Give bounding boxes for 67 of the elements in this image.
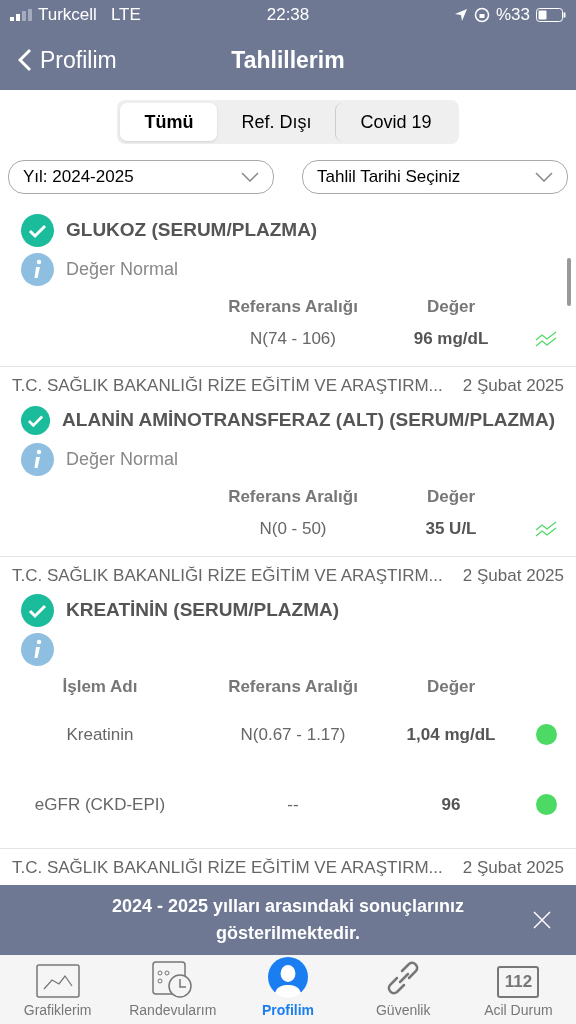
tab-bar-item[interactable]: 112 Acil Durum xyxy=(460,966,576,1021)
column-header: Referans Aralığı xyxy=(227,486,359,508)
hospital-name: T.C. SAĞLIK BAKANLIĞI RİZE EĞİTİM VE ARAŞTIRM... xyxy=(12,374,443,397)
chart-icon xyxy=(35,964,80,998)
rotation-lock-icon xyxy=(473,7,490,23)
emergency-number-icon: 112 xyxy=(497,966,540,998)
info-icon[interactable] xyxy=(21,253,54,286)
column-header: Değer xyxy=(425,676,477,698)
test-name: ALANİN AMİNOTRANSFERAZ (ALT) (SERUM/PLAZMA) xyxy=(62,408,555,433)
location-arrow-icon xyxy=(453,8,468,22)
table-cell-text: N(0 - 50) xyxy=(258,517,328,540)
dropdown-select[interactable]: Tahlil Tarihi Seçiniz xyxy=(302,160,568,194)
column-header: Değer xyxy=(425,296,477,318)
info-icon[interactable] xyxy=(21,443,54,476)
column-header: İşlem Adı xyxy=(61,676,139,698)
table-cell-text: eGFR (CKD-EPI) xyxy=(33,793,167,816)
check-icon xyxy=(21,214,54,247)
trend-chart-icon[interactable] xyxy=(535,520,557,537)
info-icon[interactable] xyxy=(21,633,54,666)
calendar-clock-icon xyxy=(150,958,195,998)
segment-tab[interactable]: Covid 19 xyxy=(335,103,456,141)
hospital-name: T.C. SAĞLIK BAKANLIĞI RİZE EĞİTİM VE ARAŞTIRM... xyxy=(12,856,443,879)
back-button[interactable]: Profilim xyxy=(18,42,117,78)
segment-tab[interactable]: Tümü xyxy=(120,103,218,141)
check-icon xyxy=(21,594,54,627)
chevron-down-icon xyxy=(241,172,259,182)
table-cell-text: 1,04 mg/dL xyxy=(405,723,497,746)
battery-percent: %33 xyxy=(495,4,530,27)
close-icon xyxy=(532,910,552,930)
table-cell-text: 96 mg/dL xyxy=(412,327,490,350)
battery-icon xyxy=(536,8,566,22)
result-status: Değer Normal xyxy=(66,448,179,471)
table-cell-text: N(74 - 106) xyxy=(249,327,337,350)
banner-message: 2024 - 2025 yılları arasındaki sonuçlarınız gösterilmektedir. xyxy=(110,895,466,945)
chevron-down-icon xyxy=(535,172,553,182)
hospital-name: T.C. SAĞLIK BAKANLIĞI RİZE EĞİTİM VE ARAŞTIRM... xyxy=(12,564,443,587)
table-cell-text: N(0.67 - 1.17) xyxy=(239,723,347,746)
network-type: LTE xyxy=(110,4,141,27)
tab-bar-item[interactable]: Profilim xyxy=(230,956,346,1021)
close-button[interactable] xyxy=(532,910,552,930)
tab-bar-item[interactable]: Randevularım xyxy=(115,958,231,1021)
page-title: Tahlillerim xyxy=(231,45,345,75)
table-cell-text: Kreatinin xyxy=(65,723,135,746)
scrollbar xyxy=(567,258,571,306)
test-name: KREATİNİN (SERUM/PLAZMA) xyxy=(66,598,339,623)
segment-tab[interactable]: Ref. Dışı xyxy=(217,103,336,141)
tab-bar-item[interactable]: Güvenlik xyxy=(345,958,461,1021)
check-icon xyxy=(21,404,51,437)
test-date: 2 Şubat 2025 xyxy=(462,856,564,879)
test-name: GLUKOZ (SERUM/PLAZMA) xyxy=(66,218,318,243)
column-header: Değer xyxy=(425,486,477,508)
trend-chart-icon[interactable] xyxy=(535,330,557,347)
column-header: Referans Aralığı xyxy=(227,296,359,318)
column-header: Referans Aralığı xyxy=(227,676,359,698)
dropdown-select[interactable]: Yıl: 2024-2025 xyxy=(8,160,274,194)
tab-bar-item[interactable]: Grafiklerim xyxy=(0,964,116,1021)
signal-icon xyxy=(10,9,32,21)
chevron-left-icon xyxy=(18,48,32,72)
table-cell-text: 35 U/L xyxy=(424,517,478,540)
carrier-name: Turkcell xyxy=(38,4,97,27)
table-cell-text: 96 xyxy=(440,793,462,816)
clock-time: 22:38 xyxy=(265,4,311,27)
test-date: 2 Şubat 2025 xyxy=(462,374,564,397)
table-cell-text: -- xyxy=(286,793,300,816)
result-status: Değer Normal xyxy=(66,258,179,281)
user-icon[interactable] xyxy=(267,956,309,998)
test-date: 2 Şubat 2025 xyxy=(462,564,564,587)
